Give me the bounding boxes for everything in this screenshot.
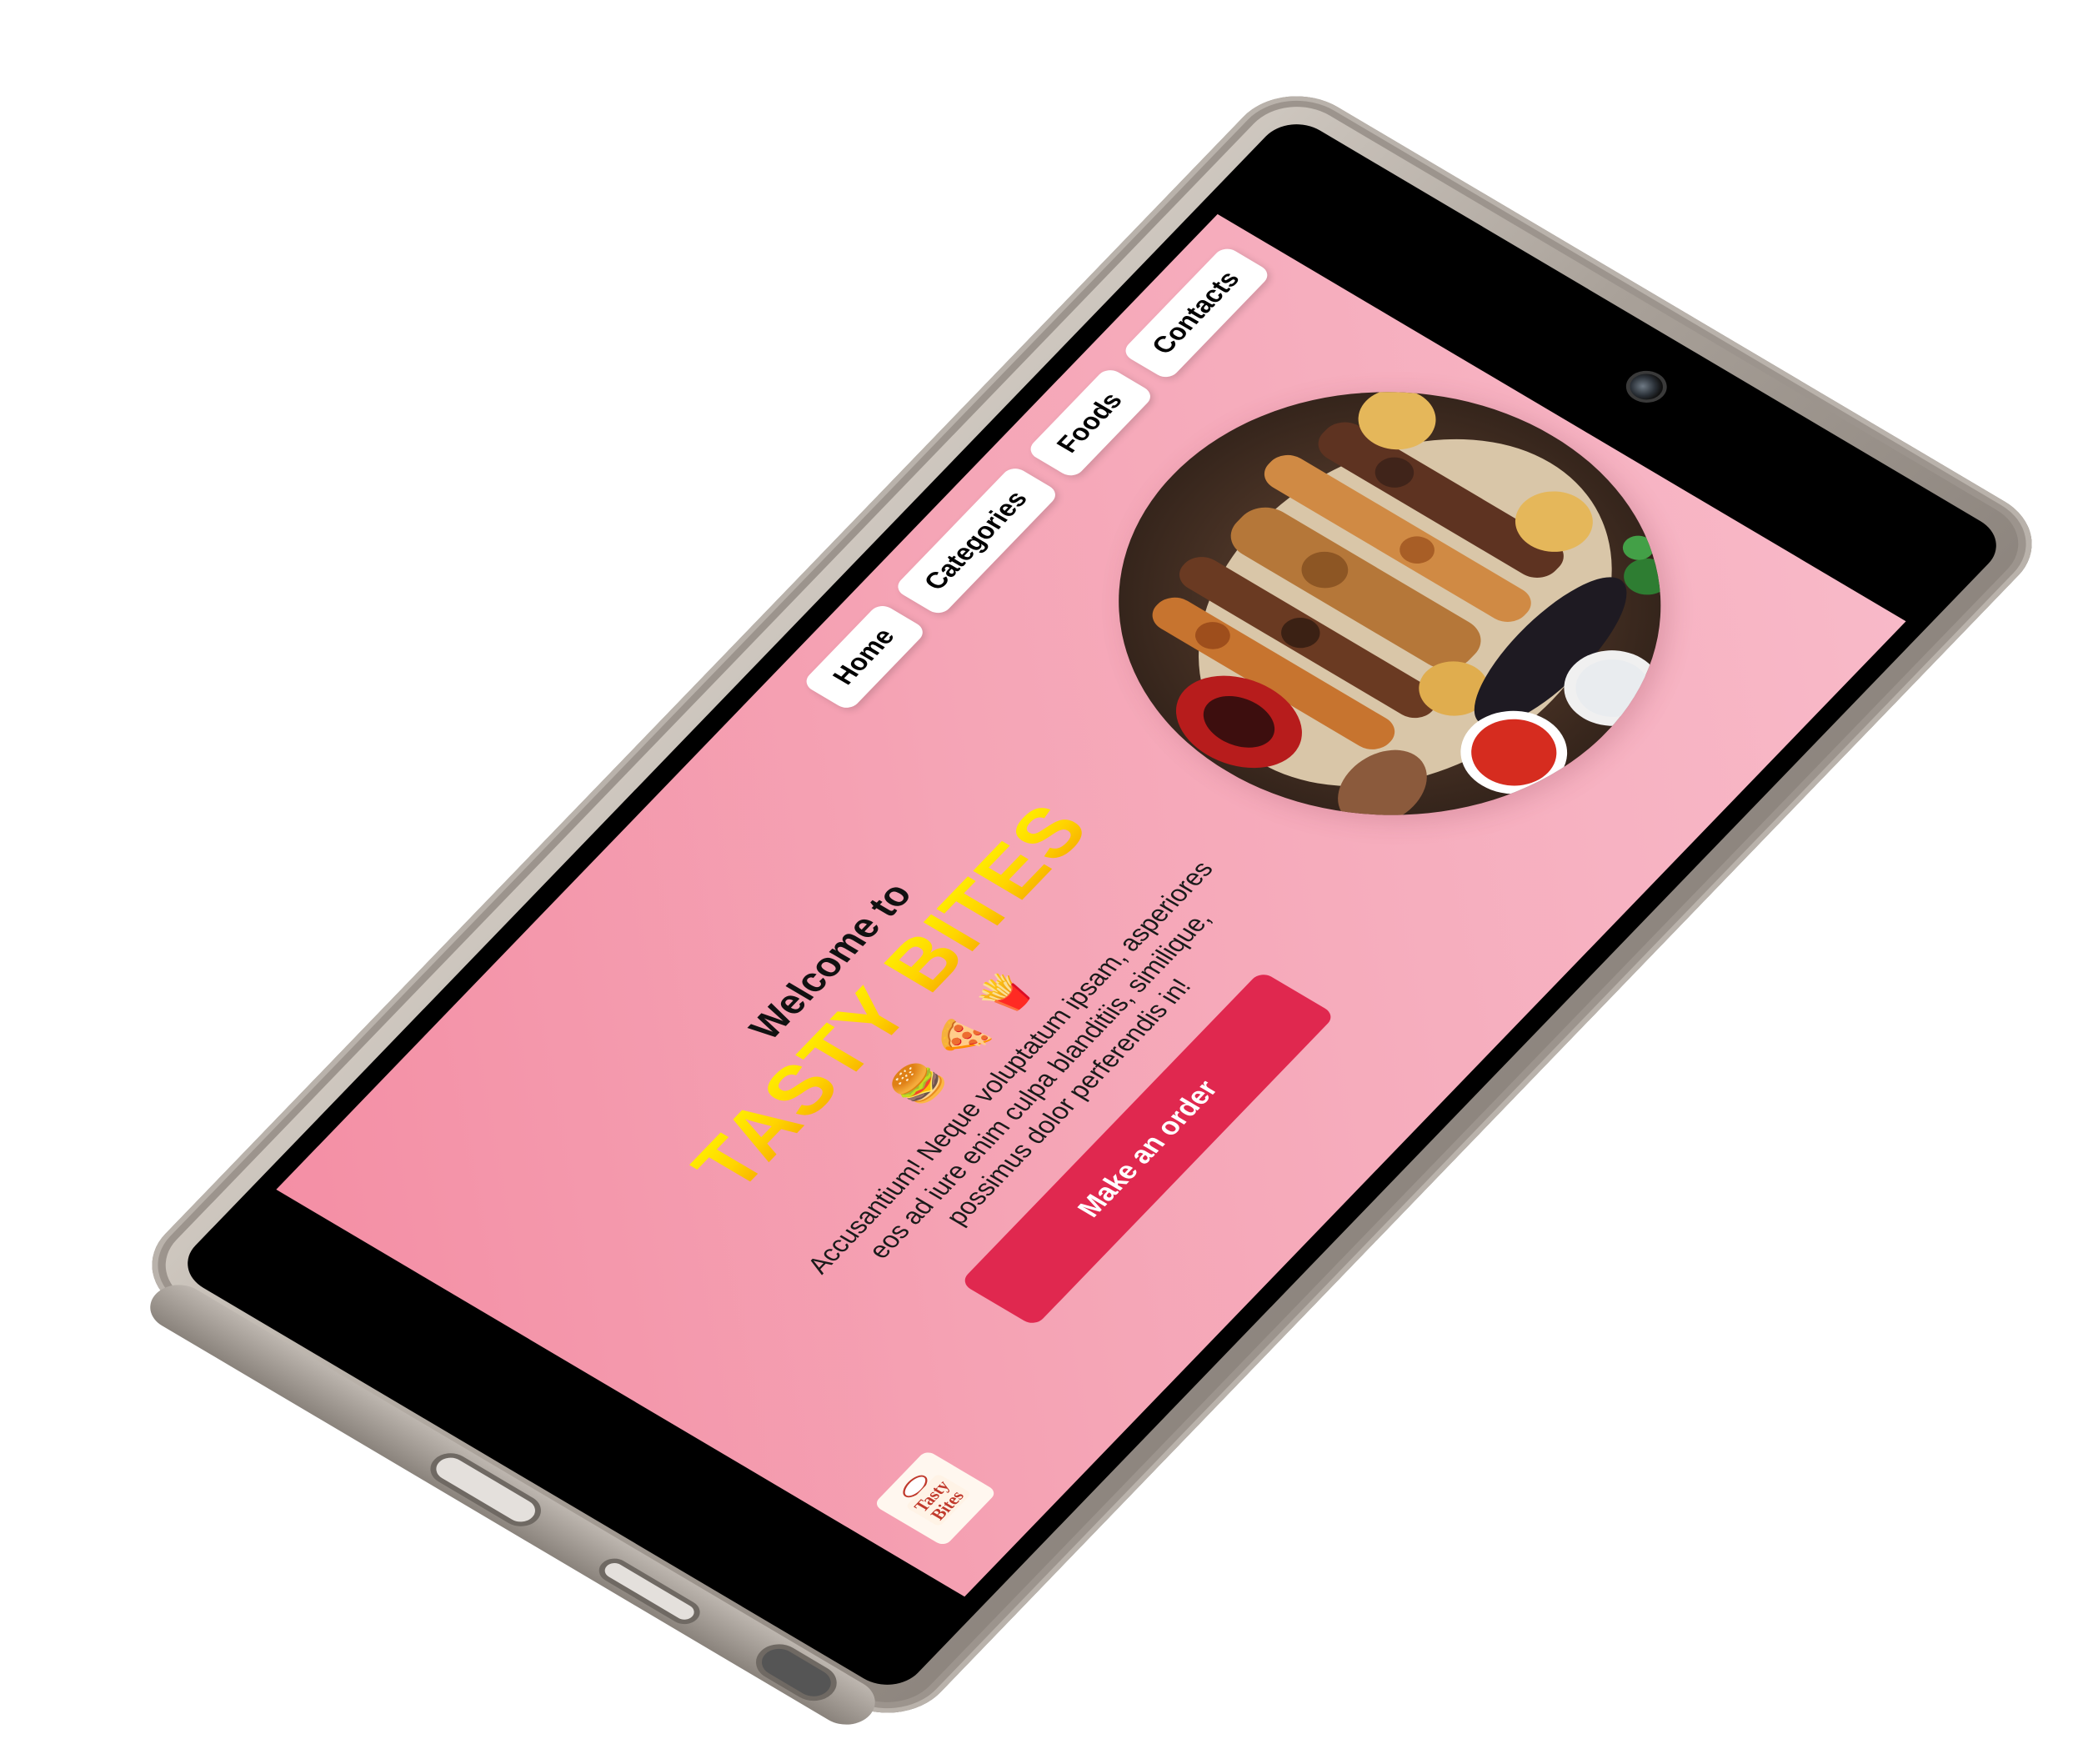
pizza-icon: 🍕 (924, 1009, 999, 1068)
nav-item-contacts[interactable]: Contacts (1119, 244, 1273, 382)
device-mockup-stage: Tasty Bites Home Categories Foods Contac… (0, 0, 2088, 1764)
tasty-bites-logo[interactable]: Tasty Bites (873, 1449, 998, 1547)
front-camera-icon (1618, 364, 1675, 409)
burger-icon: 🍔 (880, 1055, 955, 1113)
logo-icon: Tasty Bites (903, 1475, 969, 1526)
phone-device: Tasty Bites Home Categories Foods Contac… (125, 75, 2059, 1734)
nav-item-foods[interactable]: Foods (1024, 366, 1156, 480)
hero-section: Welcome to TASTY BITES 🍔 🍕 🍟 Accusantium… (609, 740, 1388, 1381)
fries-icon: 🍟 (968, 964, 1042, 1023)
nav-item-home[interactable]: Home (801, 602, 929, 712)
